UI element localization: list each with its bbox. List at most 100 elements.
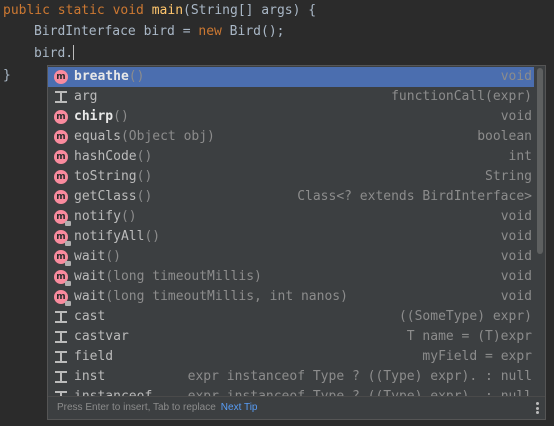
completion-item-name: getClass: [74, 189, 137, 204]
method-locked-icon: m: [54, 230, 71, 246]
completion-item-label: chirp(): [74, 107, 129, 127]
completion-item[interactable]: m breathe() void: [48, 67, 534, 87]
completion-item[interactable]: m notify() void: [48, 207, 534, 227]
completion-item-name: equals: [74, 129, 121, 144]
completion-item[interactable]: castvar T name = (T)expr: [48, 327, 534, 347]
completion-item[interactable]: m equals(Object obj) boolean: [48, 127, 534, 147]
scrollbar-thumb[interactable]: [537, 68, 543, 254]
completion-item[interactable]: m wait(long timeoutMillis, int nanos) void: [48, 287, 534, 307]
completion-item-label: getClass(): [74, 187, 152, 207]
completion-item-type: void: [500, 109, 532, 124]
completion-item[interactable]: m notifyAll() void: [48, 227, 534, 247]
completion-item-name: arg: [74, 89, 98, 104]
template-icon: [54, 350, 68, 364]
completion-list: m breathe() void arg functionCall(expr) m chir…: [48, 66, 534, 398]
completion-item-name: toString: [74, 169, 137, 184]
completion-item-type: String: [485, 169, 532, 184]
completion-item-name: wait: [74, 289, 106, 304]
completion-item-params: (): [136, 149, 153, 164]
completion-item-type: myField = expr: [422, 349, 532, 364]
completion-item[interactable]: arg functionCall(expr): [48, 87, 534, 107]
completion-item-label: castvar: [74, 327, 129, 347]
completion-item-label: hashCode(): [74, 147, 152, 167]
completion-item-params: (): [136, 169, 153, 184]
template-icon: [54, 330, 68, 344]
completion-item-name: wait: [74, 269, 106, 284]
keyword: new: [198, 24, 222, 39]
method-icon: m: [54, 70, 68, 84]
completion-item-type: expr instanceof Type ? ((Type) expr). : …: [187, 369, 532, 384]
code-text: }: [3, 68, 11, 83]
completion-item-params: (): [113, 109, 129, 124]
method-icon: m: [54, 170, 68, 184]
completion-item-label: toString(): [74, 167, 152, 187]
completion-item[interactable]: field myField = expr: [48, 347, 534, 367]
template-icon: [54, 90, 68, 104]
completion-popup: m breathe() void arg functionCall(expr) m chir…: [47, 65, 546, 420]
completion-item-params: (): [120, 209, 137, 224]
completion-item-name: inst: [74, 369, 106, 384]
template-icon: [54, 310, 68, 324]
completion-item-type: int: [508, 149, 532, 164]
template-icon: [54, 370, 68, 384]
completion-item-label: cast: [74, 307, 105, 327]
completion-item-type: void: [500, 269, 532, 284]
completion-item-params: (Object obj): [120, 129, 215, 144]
completion-item-name: wait: [74, 249, 106, 264]
code-editor[interactable]: public static void main(String[] args) {…: [0, 0, 554, 426]
code-text: Bird();: [221, 24, 285, 39]
completion-item[interactable]: m hashCode() int: [48, 147, 534, 167]
completion-item-params: (): [105, 249, 121, 264]
completion-footer: Press Enter to insert, Tab to replace Nex…: [48, 396, 545, 419]
method-name: main: [151, 3, 184, 18]
completion-item[interactable]: m wait(long timeoutMillis) void: [48, 267, 534, 287]
completion-item-name: cast: [74, 309, 106, 324]
completion-item-name: notify: [74, 209, 121, 224]
completion-item-label: wait(long timeoutMillis): [74, 267, 262, 287]
completion-item-type: Class<? extends BirdInterface>: [297, 189, 532, 204]
completion-item[interactable]: m chirp() void: [48, 107, 534, 127]
method-locked-icon: m: [54, 250, 71, 266]
completion-item-type: void: [500, 289, 532, 304]
completion-item-label: wait(long timeoutMillis, int nanos): [74, 287, 348, 307]
completion-item[interactable]: m getClass() Class<? extends BirdInterface…: [48, 187, 534, 207]
method-locked-icon: m: [54, 270, 71, 286]
completion-item-type: T name = (T)expr: [406, 329, 532, 344]
completion-item-label: wait(): [74, 247, 121, 267]
completion-item[interactable]: m wait() void: [48, 247, 534, 267]
code-text: BirdInterface bird =: [34, 24, 199, 39]
completion-item[interactable]: m toString() String: [48, 167, 534, 187]
code-line-3: bird.: [34, 44, 75, 64]
completion-item-params: (long timeoutMillis): [105, 269, 262, 284]
code-line-1: public static void main(String[] args) {: [3, 1, 316, 21]
completion-item-type: boolean: [477, 129, 532, 144]
method-icon: m: [54, 110, 68, 124]
completion-item-type: void: [500, 69, 532, 84]
code-line-2: BirdInterface bird = new Bird();: [34, 22, 284, 42]
footer-hint-text: Press Enter to insert, Tab to replace: [57, 402, 216, 413]
method-icon: m: [54, 130, 68, 144]
completion-item-type: void: [500, 229, 532, 244]
completion-item-label: breathe(): [74, 67, 144, 87]
completion-item[interactable]: inst expr instanceof Type ? ((Type) expr)…: [48, 367, 534, 387]
method-locked-icon: m: [54, 210, 71, 226]
method-icon: m: [54, 190, 68, 204]
completion-item-name: field: [74, 349, 114, 364]
keyword: public static void: [3, 3, 152, 18]
completion-item-label: arg: [74, 87, 97, 107]
completion-scrollbar[interactable]: [536, 66, 544, 398]
code-text: (String[] args) {: [183, 3, 317, 18]
code-line-4: }: [3, 66, 11, 86]
completion-item-label: equals(Object obj): [74, 127, 215, 147]
footer-hint: Press Enter to insert, Tab to replace Nex…: [57, 397, 257, 419]
code-text: bird.: [34, 46, 74, 61]
completion-item-name: breathe: [74, 69, 129, 84]
more-options-icon[interactable]: [536, 402, 539, 414]
completion-item-label: notifyAll(): [74, 227, 160, 247]
next-tip-link[interactable]: Next Tip: [221, 402, 258, 413]
completion-item-params: (): [136, 189, 153, 204]
completion-item[interactable]: cast ((SomeType) expr): [48, 307, 534, 327]
completion-item-type: functionCall(expr): [391, 89, 532, 104]
completion-item-label: notify(): [74, 207, 137, 227]
completion-item-params: (): [128, 69, 145, 84]
